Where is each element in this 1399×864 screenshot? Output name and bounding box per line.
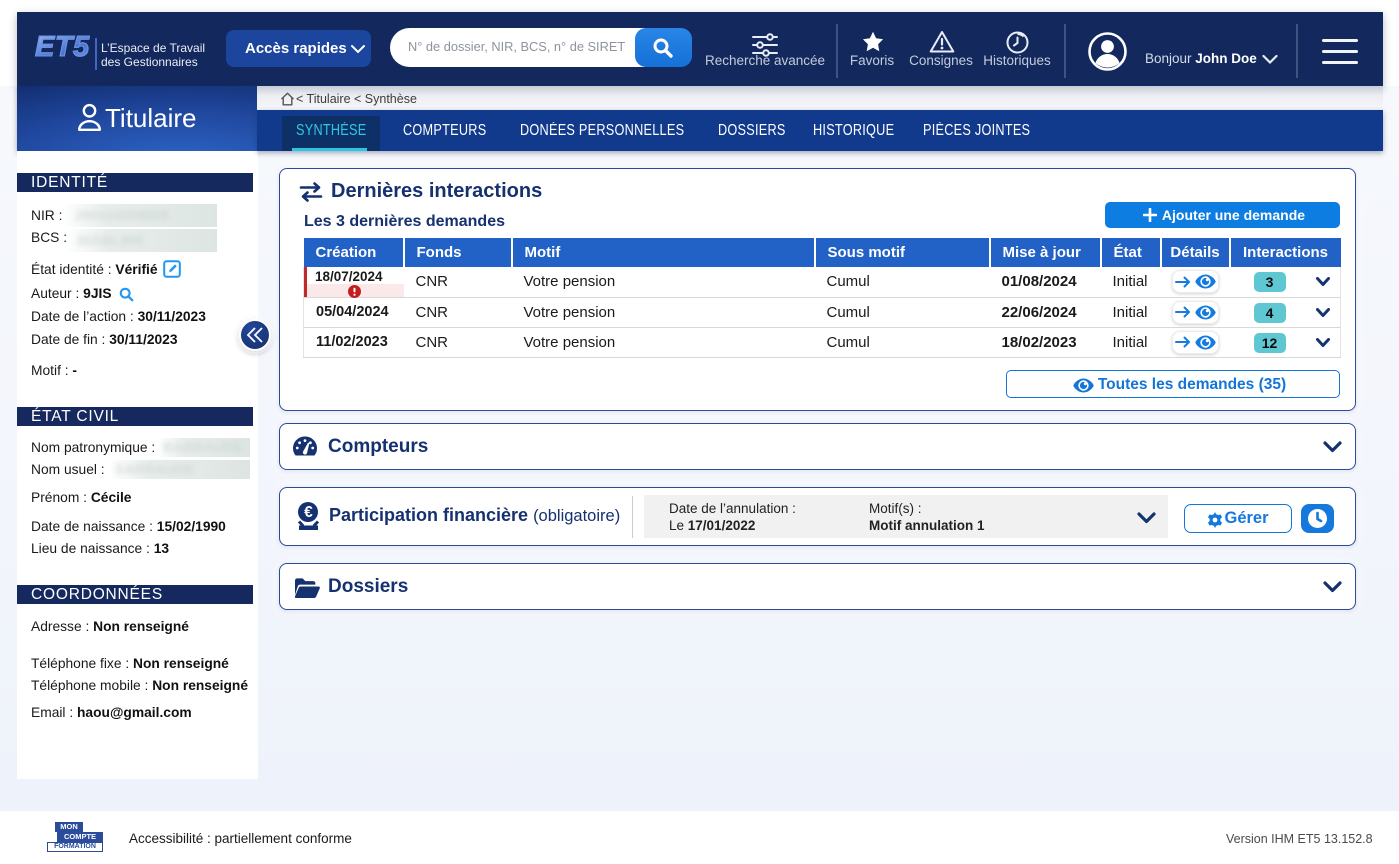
svg-text:€: €: [304, 504, 313, 521]
